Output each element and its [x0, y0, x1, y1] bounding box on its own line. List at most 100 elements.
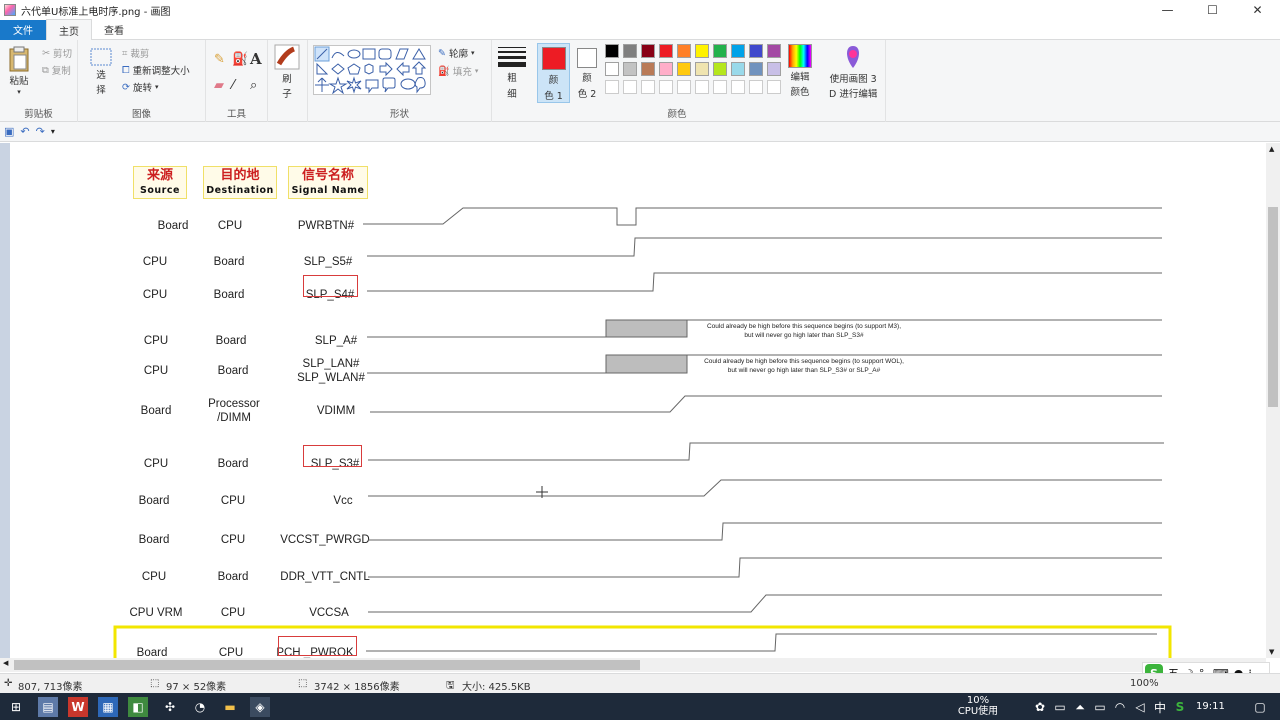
crop-button[interactable]: ⌗ 裁剪	[122, 46, 149, 61]
tray-icon-2[interactable]: ▭	[1050, 697, 1070, 717]
palette-swatch[interactable]	[749, 44, 763, 58]
palette-swatch[interactable]	[713, 62, 727, 76]
customize-qat-icon[interactable]: ▾	[51, 127, 55, 136]
color-picker-icon[interactable]: ⁄	[232, 78, 234, 93]
palette-swatch[interactable]	[605, 62, 619, 76]
tray-icon-1[interactable]: ✿	[1030, 697, 1050, 717]
brushes-button[interactable]: 刷 子	[274, 44, 300, 100]
close-button[interactable]: ✕	[1235, 0, 1280, 20]
vertical-scroll-thumb[interactable]	[1268, 207, 1278, 407]
scroll-left-icon[interactable]: ◀	[3, 659, 8, 667]
network-icon[interactable]: ◠	[1110, 697, 1130, 717]
color2-button[interactable]: 颜 色 2	[572, 43, 602, 103]
app-icon-5[interactable]: ✣	[160, 697, 180, 717]
cut-button[interactable]: ✂ 剪切	[42, 46, 72, 61]
palette-swatch[interactable]	[659, 44, 673, 58]
palette-swatch[interactable]	[749, 62, 763, 76]
palette-swatch[interactable]	[713, 44, 727, 58]
app-icon-3[interactable]: ▦	[98, 697, 118, 717]
palette-swatch[interactable]	[659, 62, 673, 76]
magnifier-icon[interactable]: ⌕	[250, 78, 257, 93]
start-icon[interactable]: ⊞	[6, 697, 26, 717]
quick-access-toolbar: ▣ ↶ ↷ ▾	[0, 122, 1280, 142]
palette-swatch[interactable]	[605, 44, 619, 58]
signal-waveform	[368, 442, 1164, 461]
paste-button[interactable]: 粘贴 ▾	[8, 46, 30, 96]
eraser-icon[interactable]: ▰	[214, 78, 224, 93]
taskbar: ⊞ ▤ W ▦ ◧ ✣ ◔ ▬ ◈ 10% CPU使用 ✿ ▭ ⏶ ▭ ◠ ◁ …	[0, 693, 1280, 720]
palette-swatch[interactable]	[731, 80, 745, 94]
palette-swatch[interactable]	[749, 80, 763, 94]
tab-file[interactable]: 文件	[0, 19, 46, 40]
outline-button[interactable]: ✎ 轮廓 ▾	[438, 46, 475, 61]
vertical-scrollbar[interactable]: ▲ ▼	[1266, 143, 1280, 658]
palette-swatch[interactable]	[641, 80, 655, 94]
palette-swatch[interactable]	[767, 44, 781, 58]
palette-swatch[interactable]	[767, 62, 781, 76]
redo-icon[interactable]: ↷	[36, 125, 45, 138]
save-icon[interactable]: ▣	[4, 125, 14, 138]
tab-view[interactable]: 查看	[92, 20, 136, 40]
scroll-up-icon[interactable]: ▲	[1269, 145, 1274, 153]
undo-icon[interactable]: ↶	[20, 125, 29, 138]
app-icon-4[interactable]: ◧	[128, 697, 148, 717]
notification-icon[interactable]: ▢	[1250, 697, 1270, 717]
paint3d-button[interactable]: 使用画图 3 D 进行编辑	[829, 44, 877, 100]
battery-icon[interactable]: ▭	[1090, 697, 1110, 717]
palette-swatch[interactable]	[731, 44, 745, 58]
palette-swatch[interactable]	[695, 62, 709, 76]
copy-button[interactable]: ⧉ 复制	[42, 63, 71, 78]
maximize-button[interactable]: ☐	[1190, 0, 1235, 20]
waveforms	[113, 207, 1172, 658]
tray-icon-3[interactable]: ⏶	[1070, 697, 1090, 717]
ime-language[interactable]: 中	[1150, 697, 1170, 717]
tab-home[interactable]: 主页	[46, 19, 92, 40]
palette-swatch[interactable]	[695, 44, 709, 58]
palette-swatch[interactable]	[677, 62, 691, 76]
size-button[interactable]: 粗 细	[498, 46, 526, 100]
palette-swatch[interactable]	[767, 80, 781, 94]
palette-swatch[interactable]	[623, 62, 637, 76]
color1-swatch	[541, 47, 566, 70]
palette-swatch[interactable]	[713, 80, 727, 94]
copy-icon: ⧉	[42, 64, 49, 76]
edit-colors-button[interactable]: 编辑 颜色	[788, 44, 812, 98]
resize-button[interactable]: ⧠ 重新调整大小	[122, 63, 190, 78]
palette-swatch[interactable]	[641, 44, 655, 58]
palette-swatch[interactable]	[641, 62, 655, 76]
pencil-icon[interactable]: ✎	[214, 52, 225, 67]
fill-bucket-icon[interactable]: ⛽	[232, 52, 248, 67]
signal-waveform	[368, 522, 1162, 541]
cut-label: 剪切	[52, 49, 72, 60]
paint-taskbar-icon[interactable]: ◈	[250, 697, 270, 717]
volume-icon[interactable]: ◁	[1130, 697, 1150, 717]
clock: 19:11	[1196, 701, 1225, 712]
rotate-button[interactable]: ⟳ 旋转 ▾	[122, 80, 159, 95]
sogou-tray-icon[interactable]: S	[1170, 697, 1190, 717]
palette-swatch[interactable]	[623, 80, 637, 94]
image-canvas[interactable]: 来源 Source 目的地 Destination 信号名称 Signal Name Boa…	[10, 143, 1266, 658]
color1-button[interactable]: 颜 色 1	[537, 43, 570, 103]
horizontal-scroll-thumb[interactable]	[14, 660, 640, 670]
color2-swatch	[577, 48, 597, 68]
palette-swatch[interactable]	[695, 80, 709, 94]
fill-button[interactable]: ⛽ 填充 ▾	[438, 64, 478, 79]
minimize-button[interactable]: —	[1145, 0, 1190, 20]
palette-swatch[interactable]	[605, 80, 619, 94]
app-icon-6[interactable]: ◔	[190, 697, 210, 717]
app-icon-1[interactable]: ▤	[38, 697, 58, 717]
wps-icon[interactable]: W	[68, 697, 88, 717]
palette-swatch[interactable]	[623, 44, 637, 58]
shapes-gallery[interactable]	[313, 45, 431, 95]
palette-swatch[interactable]	[677, 44, 691, 58]
selection-size: 97 × 52像素	[166, 682, 227, 693]
palette-swatch[interactable]	[659, 80, 673, 94]
folder-icon[interactable]: ▬	[220, 697, 240, 717]
horizontal-scrollbar[interactable]: ◀	[0, 658, 1266, 672]
palette-swatch[interactable]	[731, 62, 745, 76]
palette-swatch[interactable]	[677, 80, 691, 94]
text-tool-icon[interactable]: A	[250, 50, 262, 68]
window-controls: — ☐ ✕	[1145, 0, 1280, 20]
select-button[interactable]: 选 择	[90, 48, 112, 96]
scroll-down-icon[interactable]: ▼	[1269, 648, 1274, 656]
